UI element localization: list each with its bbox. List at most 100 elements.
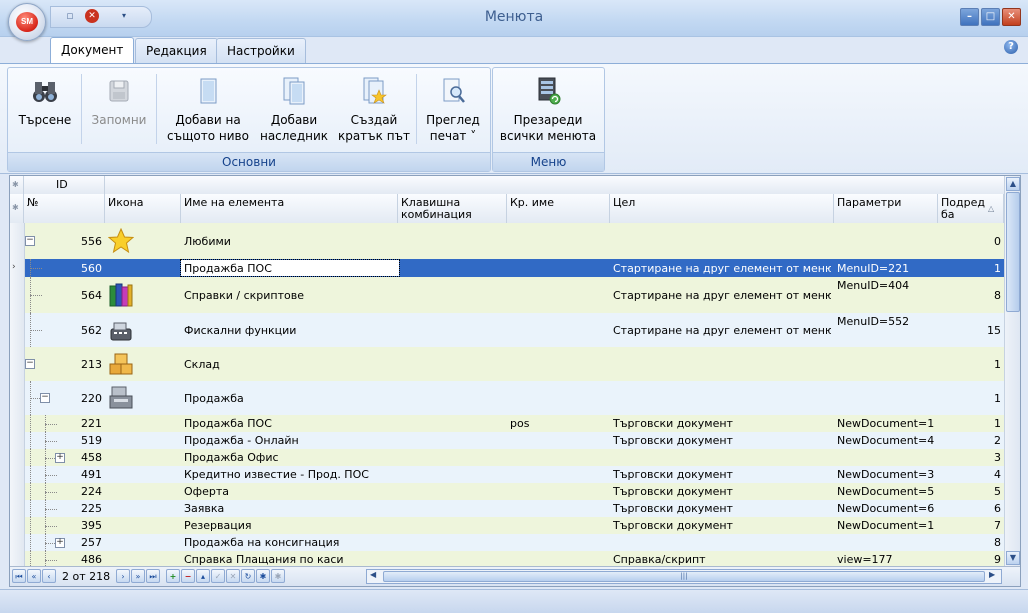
nav-prev-icon[interactable]: ‹ xyxy=(42,569,56,583)
scroll-right-icon[interactable]: ▶ xyxy=(989,570,995,579)
reload-menus-label-1: Презареди xyxy=(513,113,583,127)
reload-menus-label-2: всички менюта xyxy=(499,129,597,143)
row-id: 519 xyxy=(81,434,102,447)
row-target: Стартиране на друг елемент от менюто xyxy=(613,288,831,302)
add-sibling-button[interactable]: Добави на същото ниво xyxy=(166,72,250,148)
app-menu-button[interactable]: SM xyxy=(8,3,46,41)
create-shortcut-label-2: кратък път xyxy=(337,129,411,143)
row-params: NewDocument=1 xyxy=(837,417,935,430)
row-short-name xyxy=(510,277,607,313)
row-indicator[interactable] xyxy=(10,415,25,432)
scroll-thumb[interactable] xyxy=(1006,192,1020,312)
table-row[interactable]: 562 Фискални функции Стартиране на друг ел… xyxy=(10,313,1004,347)
column-header-params[interactable]: Параметри xyxy=(834,194,938,223)
column-header-name[interactable]: Име на елемента xyxy=(181,194,398,223)
row-indicator[interactable] xyxy=(10,517,25,534)
row-indicator[interactable] xyxy=(10,432,25,449)
horizontal-scrollbar[interactable]: ◀ ||| ▶ xyxy=(366,569,1002,584)
nav-goto-bookmark-icon[interactable]: ✱ xyxy=(271,569,285,583)
nav-add-icon[interactable]: + xyxy=(166,569,180,583)
nav-refresh-icon[interactable]: ↻ xyxy=(241,569,255,583)
table-row[interactable]: −213 Склад 1 xyxy=(10,347,1004,381)
table-row[interactable]: 519 Продажба - Онлайн Търговски документ Ne… xyxy=(10,432,1004,449)
row-target xyxy=(613,381,831,415)
table-row[interactable]: −220 Продажба 1 xyxy=(10,381,1004,415)
row-indicator[interactable] xyxy=(10,466,25,483)
table-row[interactable]: +257 Продажба на консигнация 8 xyxy=(10,534,1004,551)
filter-row-icon[interactable]: ✱ xyxy=(10,194,24,223)
row-indicator[interactable] xyxy=(10,347,25,381)
star-icon xyxy=(107,227,135,254)
row-id: 564 xyxy=(81,288,102,302)
band-header-id[interactable]: ID xyxy=(24,176,105,194)
row-indicator[interactable] xyxy=(10,381,25,415)
column-chooser-icon[interactable]: ✱ xyxy=(10,176,24,194)
row-target: Стартиране на друг елемент от менюто xyxy=(613,261,831,275)
tab-edit[interactable]: Редакция xyxy=(135,38,218,63)
row-indicator[interactable] xyxy=(10,313,25,347)
row-indicator[interactable] xyxy=(10,277,25,313)
nav-bookmark-icon[interactable]: ✱ xyxy=(256,569,270,583)
row-short-name xyxy=(510,466,607,483)
column-header-target[interactable]: Цел xyxy=(610,194,834,223)
scroll-down-icon[interactable]: ▼ xyxy=(1006,551,1020,565)
minimize-button[interactable]: – xyxy=(960,8,979,26)
create-shortcut-button[interactable]: Създай кратък път xyxy=(336,72,412,148)
table-row[interactable]: › 560 Продажба ПОС Стартиране на друг елеме… xyxy=(10,259,1004,277)
column-header-hotkey[interactable]: Клавишна комбинация xyxy=(398,194,507,223)
row-name: Продажба - Онлайн xyxy=(184,434,299,447)
close-button[interactable]: ✕ xyxy=(1002,8,1021,26)
row-id: 562 xyxy=(81,323,102,337)
shortcut-icon xyxy=(363,77,387,104)
row-indicator[interactable] xyxy=(10,534,25,551)
horizontal-scroll-thumb[interactable]: ||| xyxy=(383,571,985,582)
row-target: Търговски документ xyxy=(613,502,733,515)
ribbon: Търсене Запомни Добави на същото ниво До… xyxy=(0,63,1028,174)
row-indicator[interactable] xyxy=(10,500,25,517)
column-header-icon[interactable]: Икона xyxy=(105,194,181,223)
row-order: 1 xyxy=(994,357,1001,371)
table-row[interactable]: 224 Оферта Търговски документ NewDocument=5… xyxy=(10,483,1004,500)
search-button[interactable]: Търсене xyxy=(10,72,80,148)
table-row[interactable]: 225 Заявка Търговски документ NewDocument=6… xyxy=(10,500,1004,517)
print-preview-button[interactable]: Преглед печат ˅ xyxy=(420,72,486,148)
nav-first-icon[interactable]: ⏮ xyxy=(12,569,26,583)
nav-last-icon[interactable]: ⏭ xyxy=(146,569,160,583)
scroll-up-icon[interactable]: ▲ xyxy=(1006,177,1020,191)
row-indicator[interactable] xyxy=(10,223,25,259)
add-child-label-1: Добави xyxy=(270,113,318,127)
reload-menus-button[interactable]: Презареди всички менюта xyxy=(495,72,601,148)
table-row[interactable]: 395 Резервация Търговски документ NewDocume… xyxy=(10,517,1004,534)
nav-prev-page-icon[interactable]: « xyxy=(27,569,41,583)
tab-settings[interactable]: Настройки xyxy=(216,38,306,63)
boxes-icon xyxy=(108,351,134,377)
nav-next-page-icon[interactable]: » xyxy=(131,569,145,583)
add-child-button[interactable]: Добави наследник xyxy=(256,72,332,148)
table-row[interactable]: +458 Продажба Офис 3 xyxy=(10,449,1004,466)
row-indicator[interactable] xyxy=(10,449,25,466)
maximize-button[interactable]: □ xyxy=(981,8,1000,26)
table-row[interactable]: 221 Продажба ПОС pos Търговски документ NewD… xyxy=(10,415,1004,432)
row-indicator[interactable] xyxy=(10,483,25,500)
menu-tree-grid[interactable]: ✱ ID ✱ № Икона Име на елемента Клавишна … xyxy=(9,175,1021,587)
help-icon[interactable]: ? xyxy=(1004,40,1018,54)
scroll-left-icon[interactable]: ◀ xyxy=(370,570,376,579)
nav-cancel-icon[interactable]: ✕ xyxy=(226,569,240,583)
ribbon-group-label: Основни xyxy=(8,152,490,171)
row-name: Продажба ПОС xyxy=(184,417,272,430)
tab-document[interactable]: Документ xyxy=(50,37,135,64)
table-row[interactable]: 564 Справки / скриптове Стартиране на друг… xyxy=(10,277,1004,313)
nav-delete-icon[interactable]: − xyxy=(181,569,195,583)
nav-post-icon[interactable]: ✓ xyxy=(211,569,225,583)
column-header-no[interactable]: № xyxy=(24,194,105,223)
table-row[interactable]: 491 Кредитно известие - Прод. ПОС Търговск… xyxy=(10,466,1004,483)
column-header-short-name[interactable]: Кр. име xyxy=(507,194,610,223)
vertical-scrollbar[interactable]: ▲ ▼ xyxy=(1004,176,1020,568)
row-id: 395 xyxy=(81,519,102,532)
table-row[interactable]: −556 Любими 0 xyxy=(10,223,1004,259)
row-indicator[interactable]: › xyxy=(10,259,25,277)
ribbon-separator xyxy=(416,74,417,144)
nav-next-icon[interactable]: › xyxy=(116,569,130,583)
save-button[interactable]: Запомни xyxy=(84,72,154,148)
nav-edit-icon[interactable]: ▴ xyxy=(196,569,210,583)
